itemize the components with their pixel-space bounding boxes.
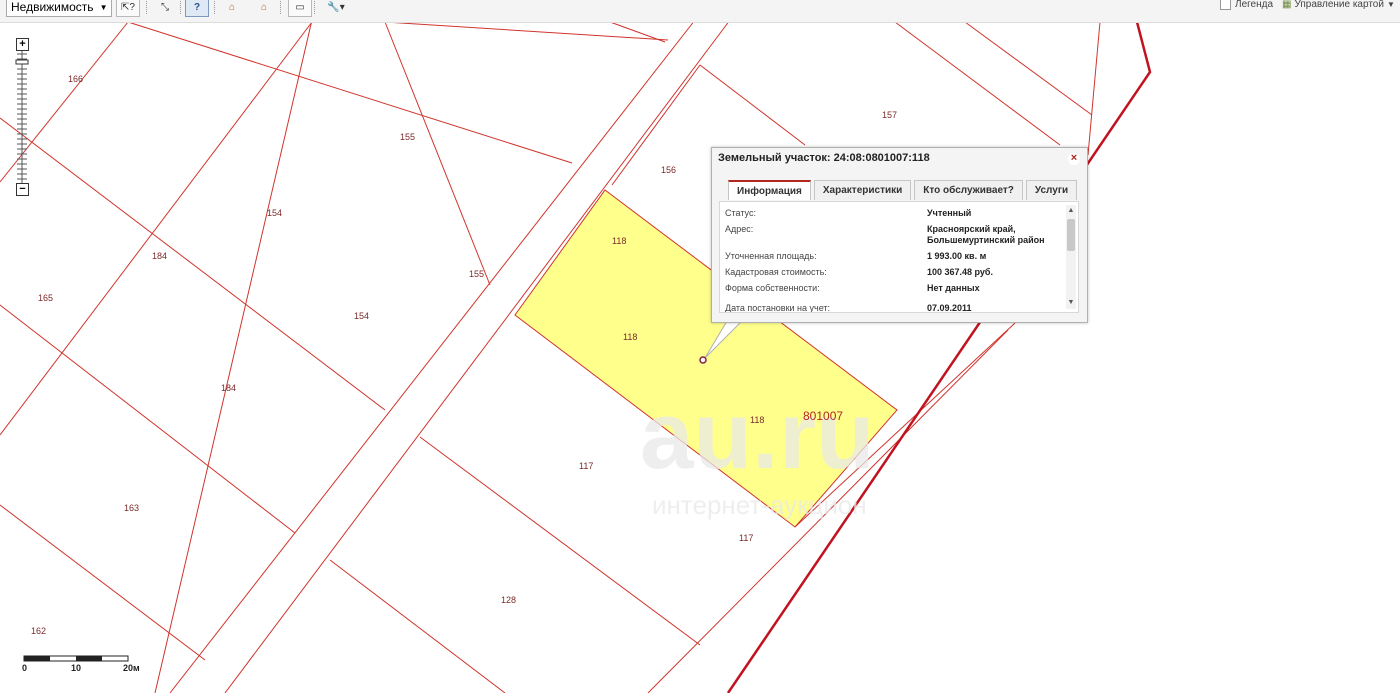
map-toolbar: Недвижимость ▼ ⇱? ⤡ ? ⌂ ⌂ ▭ 🔧▾ Легенда ▦… [0, 0, 1400, 23]
info-value: 100 367.48 руб. [927, 267, 993, 277]
scroll-down-icon[interactable]: ▼ [1067, 299, 1075, 307]
parcel-label: 117 [579, 461, 593, 471]
print-icon: ▭ [295, 1, 305, 13]
info-value: 07.09.2011 [927, 303, 972, 313]
building-icon: ⌂ [228, 1, 236, 13]
measure-icon: ⤡ [161, 1, 169, 13]
toolbar-separator [214, 0, 216, 14]
parcel-label: 157 [882, 110, 897, 120]
plus-icon: + [19, 38, 26, 50]
close-icon: × [1070, 152, 1078, 164]
parcel-label: 162 [31, 626, 46, 636]
cadastral-map[interactable]: au.ru интернет-аукцион 166 155 157 156 1… [0, 0, 1400, 693]
info-label: Кадастровая стоимость: [725, 267, 827, 277]
parcel-label: 163 [124, 503, 139, 513]
house-icon: ⌂ [260, 1, 268, 13]
pointer-info-icon: ⇱? [121, 1, 135, 13]
scroll-up-icon[interactable]: ▲ [1067, 207, 1075, 215]
parcel-label: 184 [221, 383, 236, 393]
parcel-label: 154 [354, 311, 369, 321]
parcel-label: 166 [68, 74, 83, 84]
parcel-boundaries [0, 19, 1101, 693]
quarter-label: 801007 [803, 409, 843, 423]
parcel-label: 155 [469, 269, 484, 279]
watermark-sub: интернет-аукцион [652, 490, 867, 520]
parcel-label: 117 [739, 533, 753, 543]
parcel-label: 156 [661, 165, 676, 175]
parcel-label: 155 [400, 132, 415, 142]
map-manage-label: Управление картой [1294, 0, 1384, 10]
info-value: Красноярский край, Большемуртинский райо… [927, 224, 1045, 245]
watermark-main: au.ru [640, 382, 875, 489]
toolbar-separator [180, 0, 182, 14]
tab-services[interactable]: Услуги [1025, 180, 1078, 200]
close-button[interactable]: × [1068, 153, 1080, 165]
parcel-label: 184 [152, 251, 167, 261]
print-button[interactable]: ▭ [288, 0, 312, 17]
minus-icon: − [19, 183, 26, 195]
info-label: Статус: [725, 208, 756, 218]
info-label: Форма собственности: [725, 283, 820, 293]
scroll-thumb[interactable] [1067, 219, 1075, 251]
scale-bar [23, 655, 129, 662]
scale-label: 20м [123, 663, 140, 673]
grid-icon: ▦ [1282, 0, 1292, 10]
parcel-label: 118 [750, 415, 764, 425]
info-cursor-button[interactable]: ⇱? [116, 0, 140, 17]
parcel-label: 154 [267, 208, 282, 218]
legend-label: Легенда [1235, 0, 1274, 10]
layer-select-value: Недвижимость [11, 0, 94, 14]
building-tool-button[interactable]: ⌂ [220, 0, 244, 17]
parcel-label: 118 [623, 332, 637, 342]
legend-toggle[interactable]: Легенда [1220, 0, 1273, 10]
zoom-out-button[interactable]: − [16, 183, 29, 196]
identify-button[interactable]: ? [185, 0, 209, 17]
house-tool-button[interactable]: ⌂ [252, 0, 276, 17]
scale-label: 0 [22, 663, 28, 673]
info-label: Уточненная площадь: [725, 251, 817, 261]
map-manage-button[interactable]: ▦ Управление картой ▼ [1282, 0, 1395, 10]
zoom-in-button[interactable]: + [16, 38, 29, 51]
popup-tabs: Информация Характеристики Кто обслуживае… [728, 180, 1078, 200]
popup-title: Земельный участок: 24:08:0801007:118 [718, 152, 930, 164]
info-scrollbar[interactable]: ▲ ▼ [1066, 205, 1076, 309]
dropdown-arrow-icon: ▼ [1386, 0, 1395, 9]
parcel-label: 118 [612, 236, 626, 246]
dropdown-arrow-icon: ▼ [99, 2, 108, 12]
info-panel: Статус: Учтенный Адрес: Красноярский кра… [719, 201, 1079, 313]
toolbar-separator [314, 0, 316, 14]
toolbar-separator [146, 0, 148, 14]
info-value: Нет данных [927, 283, 980, 293]
measure-button[interactable]: ⤡ [153, 0, 177, 17]
info-label: Адрес: [725, 224, 754, 234]
parcel-label: 128 [501, 595, 516, 605]
zoom-slider[interactable] [15, 50, 29, 183]
info-value: Учтенный [927, 208, 972, 218]
zoom-slider-handle[interactable] [15, 59, 29, 65]
toolbar-separator [280, 0, 282, 14]
parcel-info-popup: Земельный участок: 24:08:0801007:118 × И… [711, 147, 1088, 323]
tab-who-serves[interactable]: Кто обслуживает? [914, 180, 1023, 200]
question-icon: ? [193, 1, 201, 13]
tab-info[interactable]: Информация [728, 180, 811, 200]
layer-select[interactable]: Недвижимость ▼ [6, 0, 113, 17]
info-label: Дата постановки на учет: [725, 303, 831, 313]
wrench-icon: 🔧▾ [327, 1, 345, 13]
parcel-label: 165 [38, 293, 53, 303]
tab-characteristics[interactable]: Характеристики [813, 180, 912, 200]
scale-label: 10 [71, 663, 82, 673]
info-value: 1 993.00 кв. м [927, 251, 987, 261]
legend-checkbox[interactable] [1220, 0, 1231, 10]
tools-dropdown-button[interactable]: 🔧▾ [320, 0, 352, 17]
location-marker[interactable] [699, 356, 707, 364]
